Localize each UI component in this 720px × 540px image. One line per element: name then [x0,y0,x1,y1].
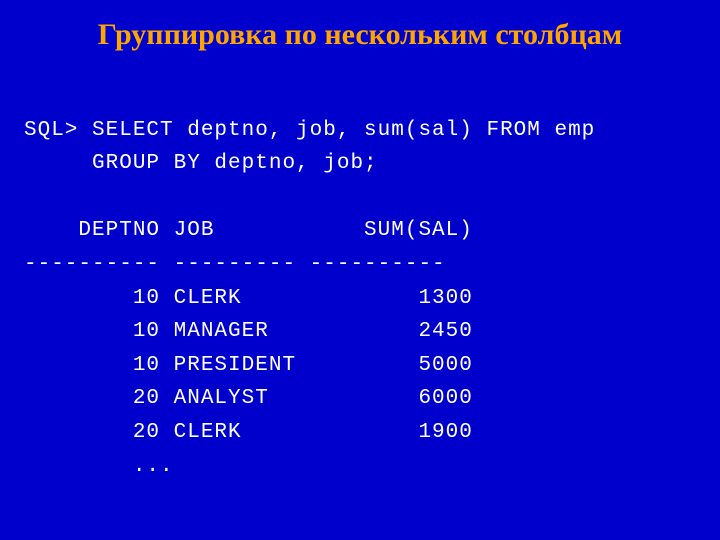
code-line: DEPTNO JOB SUM(SAL) [24,219,473,242]
code-line: 10 MANAGER 2450 [24,320,473,343]
code-line: 20 CLERK 1900 [24,421,473,444]
code-line: ---------- --------- ---------- [24,253,446,276]
code-line: 20 ANALYST 6000 [24,387,473,410]
sql-code-block: SQL> SELECT deptno, job, sum(sal) FROM e… [0,80,720,483]
code-line: SQL> SELECT deptno, job, sum(sal) FROM e… [24,119,595,142]
code-line: 10 CLERK 1300 [24,287,473,310]
code-line: 10 PRESIDENT 5000 [24,354,473,377]
code-line: GROUP BY deptno, job; [24,152,378,175]
slide-title: Группировка по нескольким столбцам [0,0,720,80]
code-line: ... [24,455,174,478]
